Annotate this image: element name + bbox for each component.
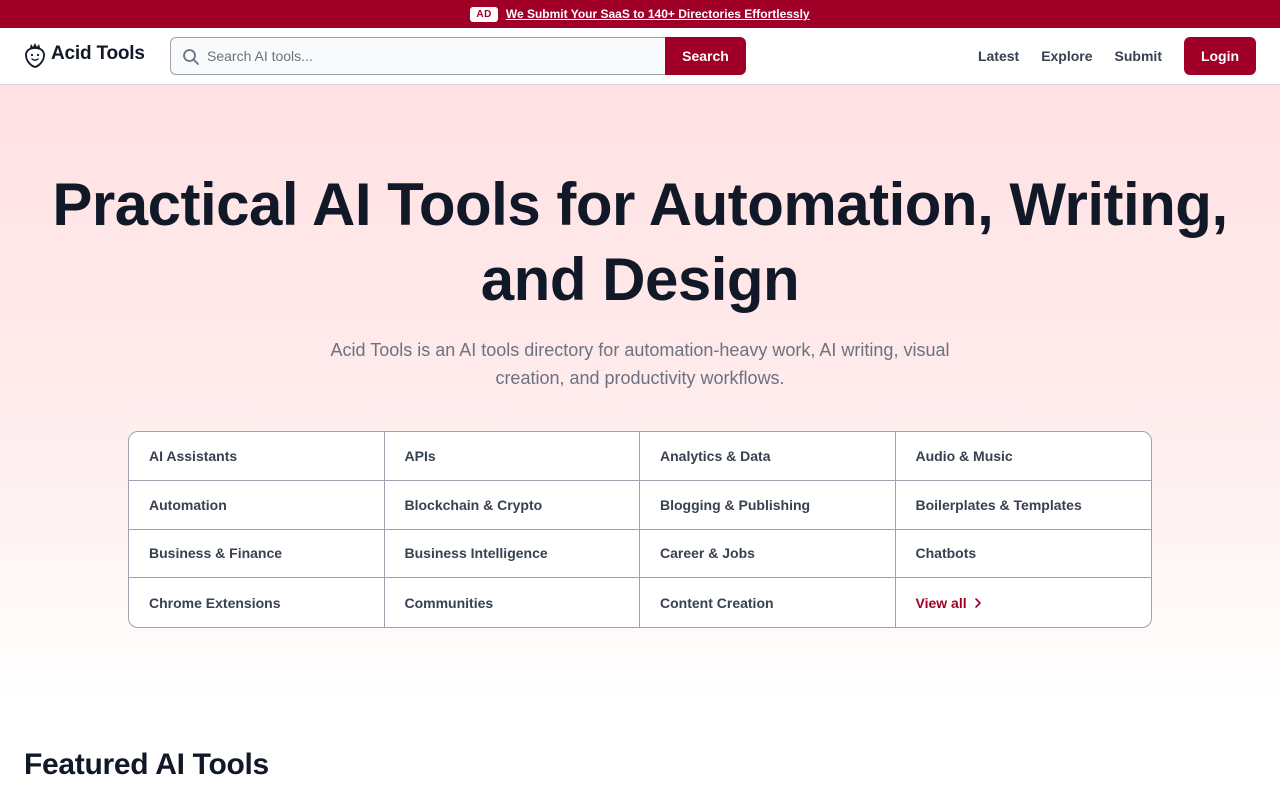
logo-text: Acid Tools: [51, 43, 145, 64]
search-field: [170, 37, 665, 75]
nav-link-submit[interactable]: Submit: [1115, 48, 1162, 64]
category-item[interactable]: Audio & Music: [895, 432, 1151, 481]
hero-section: Practical AI Tools for Automation, Writi…: [0, 85, 1280, 705]
category-grid: AI Assistants APIs Analytics & Data Audi…: [128, 431, 1152, 628]
category-item[interactable]: Communities: [385, 578, 640, 627]
category-item[interactable]: Blogging & Publishing: [640, 480, 896, 530]
search-button[interactable]: Search: [665, 37, 746, 75]
view-all-label: View all: [915, 594, 967, 611]
strawberry-icon: [25, 43, 45, 68]
login-button[interactable]: Login: [1184, 37, 1256, 75]
category-item[interactable]: Chatbots: [895, 530, 1151, 579]
ad-badge: AD: [470, 6, 498, 22]
search-icon: [183, 49, 199, 65]
category-item[interactable]: APIs: [384, 432, 640, 481]
featured-section-title: Featured AI Tools: [24, 748, 269, 781]
ad-banner: AD We Submit Your SaaS to 140+ Directori…: [0, 0, 1280, 28]
category-item[interactable]: Blockchain & Crypto: [384, 480, 640, 530]
search-bar: Search: [170, 37, 746, 75]
category-item[interactable]: Chrome Extensions: [129, 578, 385, 627]
chevron-right-icon: [974, 597, 981, 608]
category-item[interactable]: Content Creation: [640, 578, 896, 627]
nav-link-explore[interactable]: Explore: [1041, 48, 1092, 64]
nav-link-latest[interactable]: Latest: [978, 48, 1019, 64]
category-item[interactable]: Boilerplates & Templates: [895, 481, 1151, 530]
logo-link[interactable]: Acid Tools: [24, 40, 145, 68]
view-all-link[interactable]: View all: [896, 578, 1152, 627]
hero-subtitle: Acid Tools is an AI tools directory for …: [330, 340, 950, 388]
category-item[interactable]: AI Assistants: [129, 432, 385, 481]
category-item[interactable]: Analytics & Data: [640, 432, 896, 481]
hero-title: Practical AI Tools for Automation, Writi…: [52, 171, 1228, 313]
top-navbar: Acid Tools Search Latest Explore Submit …: [0, 28, 1280, 85]
category-item[interactable]: Business & Finance: [129, 529, 385, 579]
category-item[interactable]: Career & Jobs: [640, 529, 896, 579]
ad-link[interactable]: We Submit Your SaaS to 140+ Directories …: [506, 7, 810, 21]
category-item[interactable]: Automation: [129, 480, 385, 530]
main-nav: Latest Explore Submit Login: [978, 37, 1256, 75]
search-input[interactable]: [171, 38, 665, 74]
category-item[interactable]: Business Intelligence: [384, 529, 640, 579]
